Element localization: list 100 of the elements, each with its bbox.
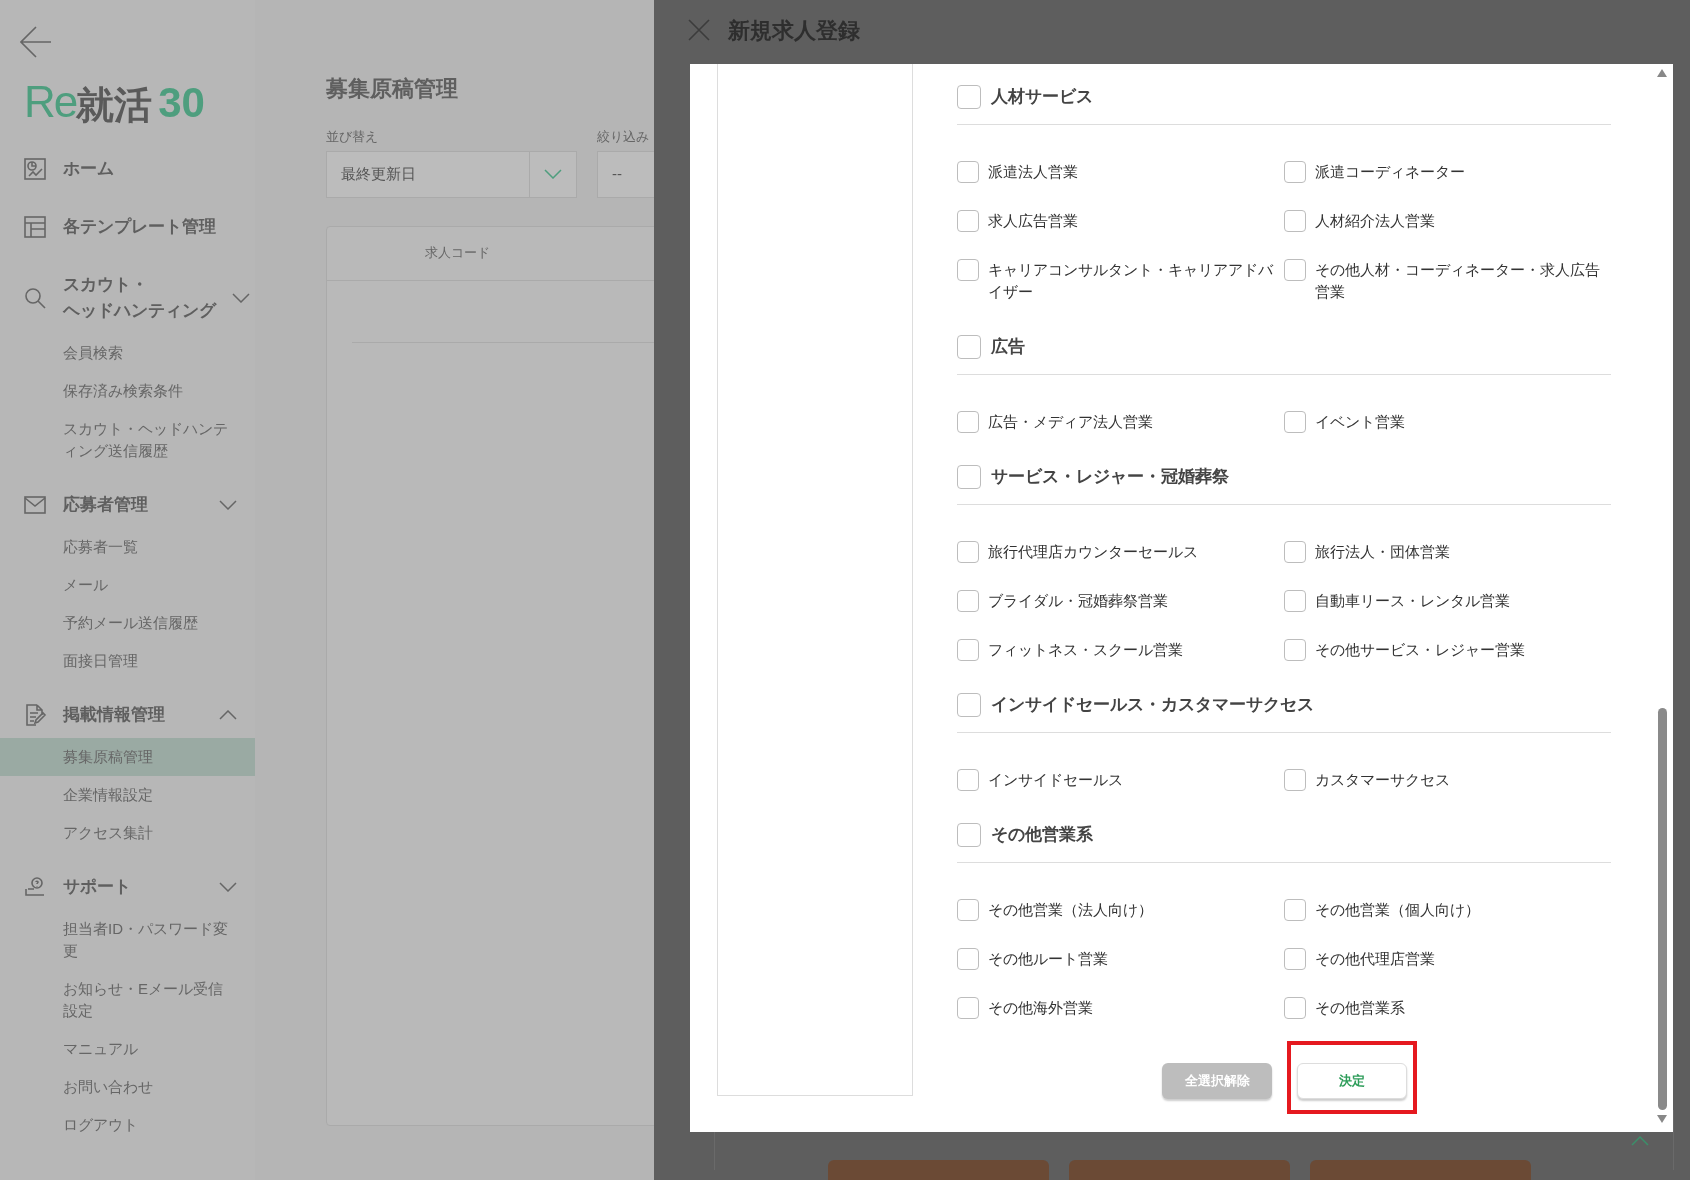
submenu-item[interactable]: ログアウト xyxy=(0,1106,255,1144)
logo: Re就活30 xyxy=(23,80,206,124)
menu-section[interactable]: 各テンプレート管理 xyxy=(0,204,255,250)
option-label: 派遣コーディネーター xyxy=(1315,163,1465,182)
filter-label: 絞り込み xyxy=(597,128,650,146)
section-label: 掲載情報管理 xyxy=(63,704,165,726)
checkbox[interactable] xyxy=(1284,639,1306,661)
option-label: キャリアコンサルタント・キャリアアドバイザー xyxy=(988,261,1275,302)
page-title: 募集原稿管理 xyxy=(326,75,458,103)
section-label: ヘッドハンティング xyxy=(63,300,216,322)
scrollbar-thumb[interactable] xyxy=(1657,708,1667,1110)
category-label: 広告 xyxy=(991,336,1025,359)
checkbox[interactable] xyxy=(1284,161,1306,183)
menu-section[interactable]: ホーム xyxy=(0,146,255,192)
submenu-item[interactable]: アクセス集計 xyxy=(0,814,255,852)
chevron-down-icon[interactable] xyxy=(544,169,562,179)
checkbox[interactable] xyxy=(957,541,979,563)
submenu-item[interactable]: 予約メール送信履歴 xyxy=(0,604,255,642)
chevron-down-icon[interactable] xyxy=(219,882,237,892)
clear-selection-button[interactable]: 全選択解除 xyxy=(1162,1063,1272,1099)
column-header: 求人コード xyxy=(423,244,491,263)
chevron-down-icon[interactable] xyxy=(219,500,237,510)
scroll-down-icon[interactable] xyxy=(1656,1114,1668,1124)
checkbox[interactable] xyxy=(957,948,979,970)
sort-select[interactable]: 最終更新日 xyxy=(326,150,577,198)
checkbox[interactable] xyxy=(957,259,979,281)
checkbox[interactable] xyxy=(1284,948,1306,970)
checkbox[interactable] xyxy=(1284,541,1306,563)
option-label: 旅行代理店カウンターセールス xyxy=(988,543,1198,562)
close-icon[interactable] xyxy=(688,19,710,41)
menu-section[interactable]: 掲載情報管理 xyxy=(0,692,255,738)
sort-label: 並び替え xyxy=(326,128,379,146)
option-label: その他営業（個人向け） xyxy=(1315,901,1480,920)
option-label: 自動車リース・レンタル営業 xyxy=(1315,592,1510,611)
checkbox[interactable] xyxy=(957,411,979,433)
option-label: その他海外営業 xyxy=(988,999,1093,1018)
checkbox[interactable] xyxy=(957,997,979,1019)
section-label: スカウト・ xyxy=(63,274,148,296)
section-label: 応募者管理 xyxy=(63,494,148,516)
chevron-down-icon[interactable] xyxy=(232,293,250,303)
submenu-item[interactable]: マニュアル xyxy=(0,1030,255,1068)
submenu-item[interactable]: お問い合わせ xyxy=(0,1068,255,1106)
checkbox[interactable] xyxy=(957,465,981,489)
category-label: サービス・レジャー・冠婚葬祭 xyxy=(991,466,1229,489)
checkbox[interactable] xyxy=(1284,769,1306,791)
checkbox[interactable] xyxy=(957,769,979,791)
option-label: 求人広告営業 xyxy=(988,212,1078,231)
category-label: その他営業系 xyxy=(991,824,1093,847)
submenu-item[interactable]: 会員検索 xyxy=(0,334,255,372)
back-arrow-icon[interactable] xyxy=(20,24,52,60)
submenu-item[interactable]: スカウト・ヘッドハンティング送信履歴 xyxy=(0,410,255,470)
option-label: 派遣法人営業 xyxy=(988,163,1078,182)
checkbox[interactable] xyxy=(1284,210,1306,232)
checkbox[interactable] xyxy=(957,693,981,717)
chevron-up-icon[interactable] xyxy=(219,710,237,720)
checkbox[interactable] xyxy=(957,899,979,921)
section-label: 各テンプレート管理 xyxy=(63,216,216,238)
menu-section[interactable]: サポート xyxy=(0,864,255,910)
section-label: ホーム xyxy=(63,158,114,180)
submenu-item[interactable]: 募集原稿管理 xyxy=(0,738,255,776)
option-label: その他営業系 xyxy=(1315,999,1405,1018)
checkbox[interactable] xyxy=(957,823,981,847)
option-label: その他ルート営業 xyxy=(988,950,1108,969)
option-label: イベント営業 xyxy=(1315,413,1405,432)
submenu-item[interactable]: 保存済み検索条件 xyxy=(0,372,255,410)
scroll-up-icon[interactable] xyxy=(1656,68,1668,78)
mail-icon xyxy=(23,493,47,517)
checkbox[interactable] xyxy=(957,590,979,612)
help-desk-icon xyxy=(23,875,47,899)
submenu-item[interactable]: 応募者一覧 xyxy=(0,528,255,566)
checkbox[interactable] xyxy=(1284,590,1306,612)
submenu-item[interactable]: 企業情報設定 xyxy=(0,776,255,814)
submenu-item[interactable]: 面接日管理 xyxy=(0,642,255,680)
checkbox[interactable] xyxy=(1284,899,1306,921)
checkbox[interactable] xyxy=(1284,997,1306,1019)
category-label: 人材サービス xyxy=(991,86,1093,109)
checkbox[interactable] xyxy=(957,335,981,359)
chevron-up-icon[interactable] xyxy=(1631,1136,1649,1146)
checkbox[interactable] xyxy=(957,210,979,232)
checkbox[interactable] xyxy=(957,639,979,661)
option-label: カスタマーサクセス xyxy=(1315,771,1450,790)
option-label: その他営業（法人向け） xyxy=(988,901,1153,920)
option-label: インサイドセールス xyxy=(988,771,1123,790)
menu-section[interactable]: スカウト・ ヘッドハンティング xyxy=(0,262,255,334)
submenu-item[interactable]: メール xyxy=(0,566,255,604)
checkbox[interactable] xyxy=(957,161,979,183)
submenu-item[interactable]: お知らせ・Eメール受信設定 xyxy=(0,970,255,1030)
option-label: その他人材・コーディネーター・求人広告営業 xyxy=(1315,261,1601,302)
option-label: その他代理店営業 xyxy=(1315,950,1435,969)
checkbox[interactable] xyxy=(1284,259,1306,281)
option-label: 旅行法人・団体営業 xyxy=(1315,543,1450,562)
checkbox[interactable] xyxy=(957,85,981,109)
chart-icon xyxy=(23,157,47,181)
submenu-item[interactable]: 担当者ID・パスワード変更 xyxy=(0,910,255,970)
checkbox[interactable] xyxy=(1284,411,1306,433)
menu-section[interactable]: 応募者管理 xyxy=(0,482,255,528)
option-label: 人材紹介法人営業 xyxy=(1315,212,1435,231)
option-label: その他サービス・レジャー営業 xyxy=(1315,641,1525,660)
search-icon xyxy=(23,286,47,310)
confirm-button[interactable]: 決定 xyxy=(1297,1063,1407,1099)
